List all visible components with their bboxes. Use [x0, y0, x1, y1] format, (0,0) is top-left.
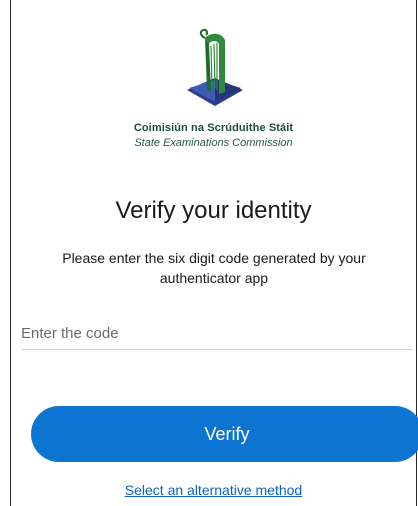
- alternative-method-link[interactable]: Select an alternative method: [11, 482, 416, 498]
- org-name-english: State Examinations Commission: [134, 137, 293, 149]
- verification-code-input[interactable]: [21, 318, 412, 350]
- instruction-text: Please enter the six digit code generate…: [62, 250, 366, 286]
- org-name-irish: Coimisiún na Scrúduithe Stáit: [133, 122, 294, 134]
- verification-panel: Coimisiún na Scrúduithe Stáit State Exam…: [10, 0, 418, 506]
- verify-button[interactable]: Verify: [31, 406, 418, 462]
- harp-book-logo: [187, 28, 243, 106]
- page-title: Verify your identity: [115, 197, 312, 224]
